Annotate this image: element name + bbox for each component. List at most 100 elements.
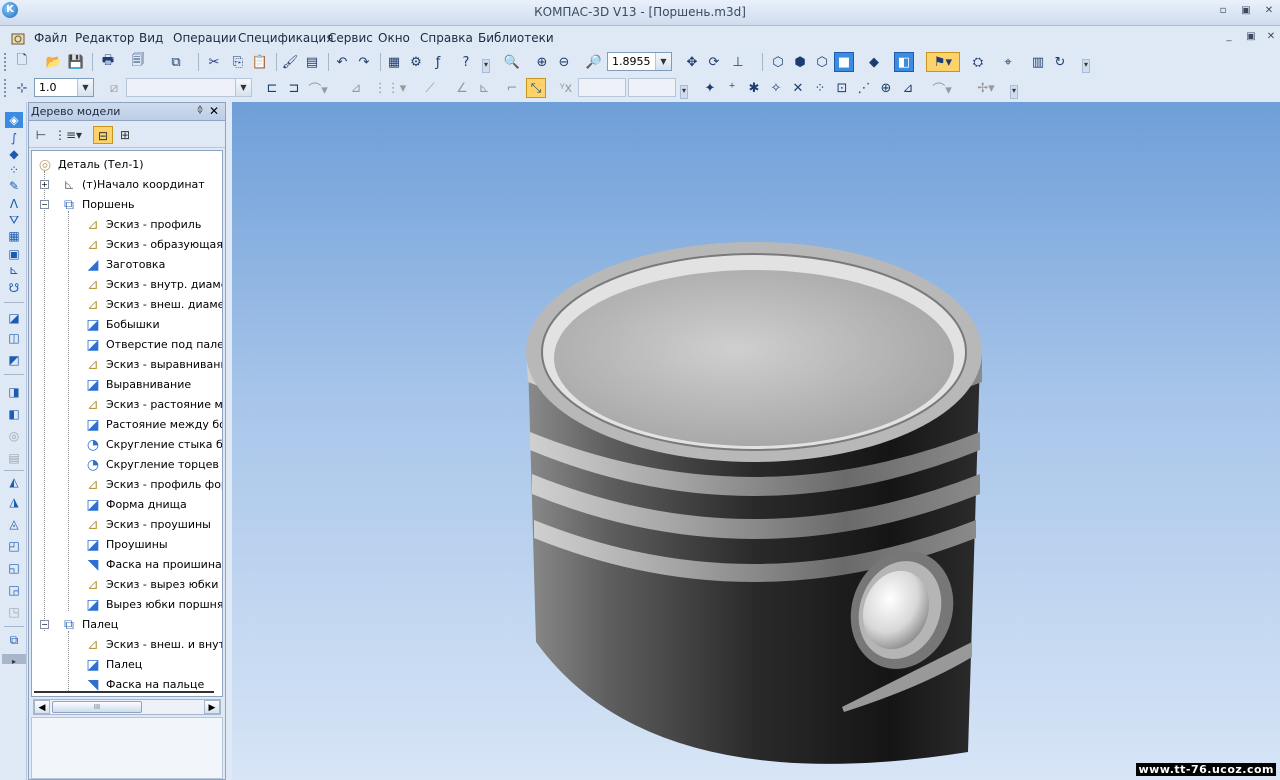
list-properties-icon[interactable]: ▤	[302, 52, 322, 72]
scroll-right-arrow-icon[interactable]: ▶	[204, 700, 220, 714]
toolbar-grip[interactable]	[4, 53, 8, 71]
tree-parameters-icon[interactable]: ⊞	[115, 126, 135, 144]
snap-endpoint-icon[interactable]: ⁺	[722, 78, 742, 98]
tree-horizontal-scrollbar[interactable]: ◀ III ▶	[33, 699, 221, 715]
coord-y-field[interactable]	[628, 78, 676, 97]
ortho-icon[interactable]: ⟋	[420, 78, 440, 98]
filter-objects-icon[interactable]: ⛭	[968, 52, 988, 72]
manager-documents-icon[interactable]: ▦	[384, 52, 404, 72]
tree-view-active-icon[interactable]: ⊟	[93, 126, 113, 144]
rebuild-icon[interactable]: ↻	[1050, 52, 1070, 72]
orientation-icon[interactable]: ⊥	[728, 52, 748, 72]
hidden-lines-icon[interactable]: ⬢	[790, 52, 810, 72]
mdi-close-button[interactable]: ✕	[1264, 31, 1278, 42]
snap-tangent-icon[interactable]: ⁘	[810, 78, 830, 98]
snap-toggle-icon[interactable]: ⤡	[526, 78, 546, 98]
display-mode-dropdown-icon[interactable]: ⋮≡▾	[53, 126, 83, 144]
undo-icon[interactable]: ↶	[332, 52, 352, 72]
measure-strip-icon[interactable]: ▦	[5, 228, 23, 244]
3d-viewport[interactable]: www.tt-76.ucoz.com	[232, 102, 1280, 780]
edit-sketch-icon[interactable]: ⊐	[284, 78, 304, 98]
local-cs-icon[interactable]: ⊿	[346, 78, 366, 98]
copy-icon[interactable]: ⎘	[228, 52, 248, 72]
model-tree[interactable]: ◎ Деталь (Тел-1) + ⊾ (т)Начало координат − ⧉ По…	[31, 150, 223, 697]
arrays-icon[interactable]: ⁘	[5, 162, 23, 178]
pan-move-icon[interactable]: ✥	[682, 52, 702, 72]
toolbar-overflow-chevron-icon[interactable]: ▾	[680, 85, 688, 99]
menu-window[interactable]: Окно	[378, 31, 410, 45]
cut-extrude-icon[interactable]: ◨	[5, 384, 23, 400]
zoom-frame-icon[interactable]: ⊕	[532, 52, 552, 72]
zoom-scale-icon[interactable]: ⊖	[554, 52, 574, 72]
toolbar-overflow-chevron-icon[interactable]: ▾	[1010, 85, 1018, 99]
fillet-op-icon[interactable]: ◭	[5, 474, 23, 490]
layer-combo[interactable]: ▼	[126, 78, 252, 97]
snap-nearest-icon[interactable]: ✦	[700, 78, 720, 98]
menu-view[interactable]: Вид	[139, 31, 163, 45]
hole-op-icon[interactable]: ◲	[5, 582, 23, 598]
close-window-button[interactable]: ✕	[1260, 4, 1278, 18]
axis-icon[interactable]: ⊾	[474, 78, 494, 98]
rib-op-icon[interactable]: ◰	[5, 538, 23, 554]
menu-service[interactable]: Сервис	[328, 31, 373, 45]
sketch-mode-icon[interactable]: ⊏	[262, 78, 282, 98]
chevron-down-icon[interactable]: ▼	[235, 79, 251, 96]
snap-intersection-icon[interactable]: ✕	[788, 78, 808, 98]
libraries-manager-icon[interactable]: ⚙	[406, 52, 426, 72]
chevron-down-icon[interactable]: ▼	[77, 79, 93, 96]
snap-all-icon[interactable]: ⊿	[898, 78, 918, 98]
piston-3d-model[interactable]	[232, 102, 1280, 780]
step-combo[interactable]: 1.0 ▼	[34, 78, 94, 97]
dimension-icon[interactable]: ⌒▾	[932, 78, 952, 98]
chamfer-op-icon[interactable]: ◮	[5, 494, 23, 510]
coord-x-field[interactable]	[578, 78, 626, 97]
shaded-view-icon[interactable]: ■	[834, 52, 854, 72]
filters-icon[interactable]: ▣	[5, 246, 23, 262]
maximize-button[interactable]: ▣	[1237, 4, 1255, 18]
auxiliary-geometry-icon[interactable]: ✎	[5, 178, 23, 194]
angle-icon[interactable]: ∠	[452, 78, 472, 98]
plus-snap-icon[interactable]: ✢▾	[976, 78, 996, 98]
cut-icon[interactable]: ✂	[204, 52, 224, 72]
snap-grid-icon[interactable]: ⊡	[832, 78, 852, 98]
coordinates-icon[interactable]: ᵞx	[556, 78, 576, 98]
toolbar-grip[interactable]	[4, 79, 8, 97]
tree-structure-icon[interactable]: ⊢	[31, 126, 51, 144]
mass-properties-icon[interactable]: ▥	[1028, 52, 1048, 72]
open-folder-icon[interactable]: 📂	[44, 52, 64, 72]
dimensions-icon[interactable]: Λ	[5, 196, 23, 212]
thin-hidden-lines-icon[interactable]: ⬡	[812, 52, 832, 72]
toolbar2-overflow-chevron-icon[interactable]: ▾	[1082, 59, 1090, 73]
extrude-op-icon[interactable]: ◪	[5, 310, 23, 326]
chevron-down-icon[interactable]: ▼	[655, 53, 671, 70]
draft-op-icon[interactable]: ◳	[5, 604, 23, 620]
zoom-all-icon[interactable]: 🔎	[584, 52, 604, 72]
menu-editor[interactable]: Редактор	[75, 31, 134, 45]
shell-op-icon[interactable]: ◬	[5, 516, 23, 532]
rotate-view-icon[interactable]: ⟳	[704, 52, 724, 72]
variables-fx-icon[interactable]: ƒ	[428, 52, 448, 72]
expand-plus-icon[interactable]: +	[40, 180, 49, 189]
menu-help[interactable]: Справка	[420, 31, 473, 45]
shaded-edges-icon[interactable]: ◆	[864, 52, 884, 72]
magnet-icon[interactable]: ⌒▾	[308, 78, 328, 98]
revolve-op-icon[interactable]: ◫	[5, 330, 23, 346]
cursor-step-icon[interactable]: ⊹	[12, 78, 32, 98]
zoom-in-window-icon[interactable]: 🔍	[502, 52, 522, 72]
redo-icon[interactable]: ↷	[354, 52, 374, 72]
print-preview-icon[interactable]: 🗐	[128, 52, 148, 72]
close-panel-button[interactable]: ✕	[209, 104, 219, 118]
new-document-icon[interactable]: 🗋	[12, 52, 32, 72]
save-icon[interactable]: 💾	[66, 52, 86, 72]
cut-loft-icon[interactable]: ▤	[5, 450, 23, 466]
orientation-dropdown-icon[interactable]: ⚑▾	[926, 52, 960, 72]
snap-circle-icon[interactable]: ⊕	[876, 78, 896, 98]
zoom-scale-combo[interactable]: 1.8955 ▼	[607, 52, 672, 71]
perspective-icon[interactable]: ◧	[894, 52, 914, 72]
pin-icon[interactable]: ᛰ	[197, 105, 203, 116]
print-icon[interactable]: 🖶	[98, 52, 118, 72]
document-part-icon[interactable]	[10, 30, 26, 46]
cut-revolve-icon[interactable]: ◧	[5, 406, 23, 422]
menu-libraries[interactable]: Библиотеки	[478, 31, 554, 45]
strip-expand-chevron-icon[interactable]: ▸	[2, 654, 26, 666]
